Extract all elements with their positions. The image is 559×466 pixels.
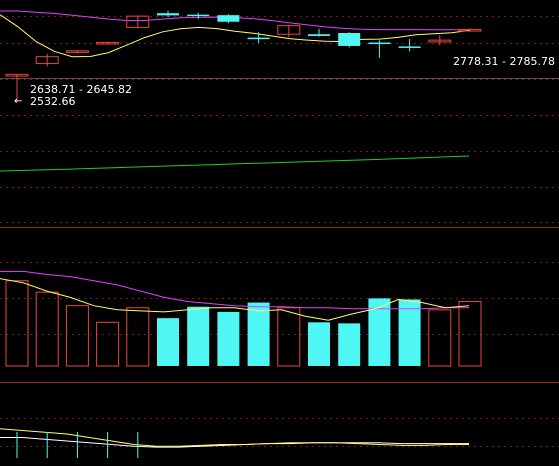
volume-bar[interactable]: [65, 305, 89, 367]
stock-chart-window[interactable]: 2778.31 - 2785.78 2638.71 - 2645.82 ← 25…: [0, 0, 559, 462]
candle-body[interactable]: [217, 15, 240, 22]
volume-panel[interactable]: [0, 270, 482, 367]
trend-panel[interactable]: [0, 155, 470, 172]
volume-bar[interactable]: [157, 318, 179, 366]
volume-bar[interactable]: [338, 323, 361, 366]
candle-body[interactable]: [308, 34, 330, 36]
volume-bar[interactable]: [5, 280, 29, 367]
volume-bar[interactable]: [398, 299, 421, 366]
volume-bar[interactable]: [126, 307, 150, 367]
low-marker-arrow: ←: [14, 96, 23, 107]
volume-bar[interactable]: [247, 302, 270, 366]
volume-bar[interactable]: [35, 291, 59, 367]
candle-body[interactable]: [368, 42, 391, 45]
volume-bar[interactable]: [428, 309, 452, 367]
volume-bar[interactable]: [96, 321, 120, 367]
volume-bar[interactable]: [187, 306, 210, 366]
trend-line: [0, 155, 470, 172]
indicator-panel[interactable]: [0, 428, 469, 458]
range-label-right: 2778.31 - 2785.78: [453, 55, 555, 68]
candle-body[interactable]: [398, 46, 421, 48]
candle-body[interactable]: [338, 33, 361, 46]
candle-body[interactable]: [247, 37, 270, 40]
volume-bar[interactable]: [277, 307, 301, 367]
grid-layer: [0, 16, 559, 447]
volume-bar[interactable]: [217, 311, 240, 366]
candle-body[interactable]: [187, 14, 210, 17]
volume-bar[interactable]: [458, 301, 482, 367]
volume-bar[interactable]: [308, 322, 330, 366]
chart-canvas[interactable]: [0, 0, 559, 462]
candle-body[interactable]: [157, 13, 179, 16]
low-marker-label: 2532.66: [30, 95, 76, 108]
